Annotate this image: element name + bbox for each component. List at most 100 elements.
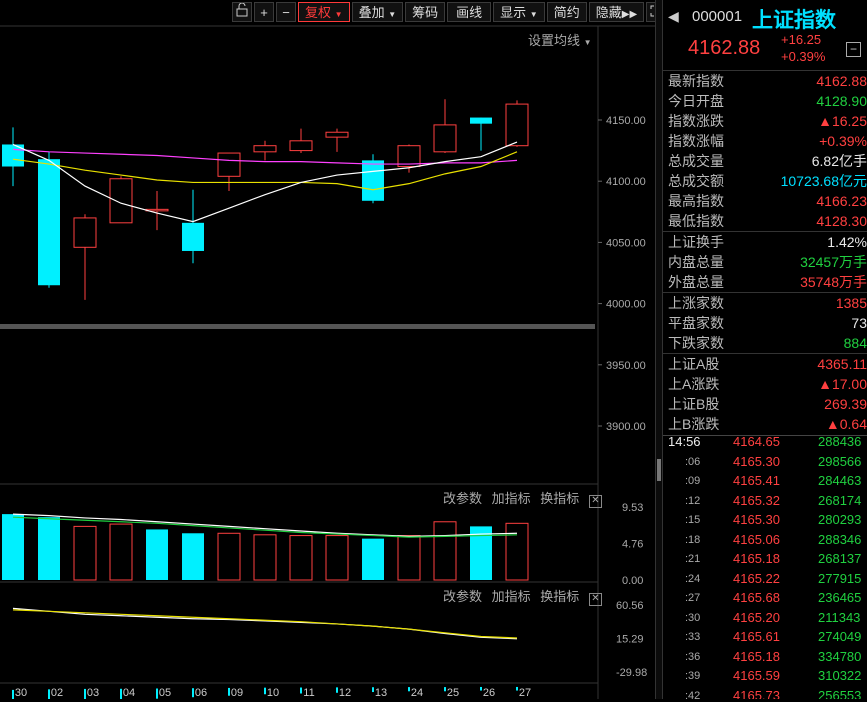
stat-label: 总成交量 <box>668 153 724 169</box>
index-name[interactable]: 上证指数 <box>752 4 836 34</box>
stat-row: 今日开盘 4128.90 <box>663 91 867 111</box>
stat-label: 指数涨幅 <box>668 133 724 149</box>
vol-params-button[interactable]: 改参数 <box>443 491 482 506</box>
panel-splitter[interactable] <box>655 0 663 699</box>
stat-row: 最高指数 4166.23 <box>663 191 867 211</box>
chevron-down-icon: ▼ <box>388 10 397 19</box>
candle-body <box>217 152 241 177</box>
candle-body <box>325 131 349 138</box>
triangle-left-icon[interactable]: ◀ <box>668 8 679 25</box>
vol-tick-label: 9.53 <box>622 502 643 514</box>
jianyue-button[interactable]: 简约 <box>546 2 587 22</box>
stat-value: 10723.68亿元 <box>780 173 867 189</box>
ind-switch-button[interactable]: 换指标 <box>540 589 579 604</box>
chevron-down-icon: ▼ <box>583 38 592 47</box>
tick-row: :30 4165.20 211343 <box>663 608 867 628</box>
candle-body <box>73 217 97 248</box>
ind-add-button[interactable]: 加指标 <box>492 589 531 604</box>
x-tick-label: 06 <box>195 687 207 699</box>
tick-price: 4165.73 <box>733 687 780 700</box>
tick-volume: 284463 <box>818 473 862 488</box>
stat-label: 最低指数 <box>668 213 724 229</box>
splitter-grip-icon[interactable] <box>657 459 661 481</box>
y-tick-label: 3900.00 <box>606 421 646 433</box>
x-tick-label: 13 <box>375 687 387 699</box>
close-icon[interactable]: ✕ <box>588 593 602 606</box>
tick-price: 4165.22 <box>733 570 780 586</box>
tick-price: 4165.61 <box>733 629 780 644</box>
stat-row: 总成交额 10723.68亿元 <box>663 171 867 191</box>
stat-value: 4365.11 <box>817 356 867 372</box>
x-tick-label: 04 <box>123 687 135 699</box>
xianshi-button[interactable]: 显示 ▼ <box>493 2 545 22</box>
stat-row: 最低指数 4128.30 <box>663 211 867 231</box>
zoom-out-button[interactable]: − <box>276 2 296 22</box>
stat-label: 上证A股 <box>668 356 720 372</box>
stat-row: 总成交量 6.82亿手 <box>663 151 867 171</box>
tick-volume: 277915 <box>818 570 862 586</box>
tick-volume: 236465 <box>818 590 862 605</box>
x-tick-label: 02 <box>51 687 63 699</box>
tick-price: 4165.41 <box>733 473 780 488</box>
stat-row: 外盘总量 35748万手 <box>663 272 867 292</box>
volume-bar <box>397 535 421 581</box>
ind-tick-label: 60.56 <box>616 600 644 612</box>
y-tick-label: 4050.00 <box>606 237 646 249</box>
vol-tick-label: 0.00 <box>622 575 643 587</box>
tick-row: :12 4165.32 268174 <box>663 491 867 511</box>
tick-volume: 274049 <box>818 629 862 644</box>
tick-row: :33 4165.61 274049 <box>663 627 867 647</box>
chart-toolbar: + − 复权 ▼ 叠加 ▼ 筹码 画线 显示 ▼ 简约 隐藏▶▶ <box>232 2 668 24</box>
stat-value: 4128.90 <box>816 93 867 109</box>
x-tick-label: 12 <box>339 687 351 699</box>
volume-controls: 改参数 加指标 换指标 ✕ <box>443 488 602 508</box>
tick-time: :33 <box>685 631 701 643</box>
stat-value: 1.42% <box>827 234 867 250</box>
tick-volume: 288436 <box>818 434 862 449</box>
x-tick-label: 25 <box>447 687 459 699</box>
volume-bar <box>253 534 277 581</box>
tick-volume: 268174 <box>818 492 862 508</box>
tick-row: :27 4165.68 236465 <box>663 588 867 608</box>
tick-time: :06 <box>685 455 701 468</box>
tick-row: :15 4165.30 280293 <box>663 510 867 530</box>
diejia-button[interactable]: 叠加 ▼ <box>351 2 404 22</box>
fuquan-button[interactable]: 复权 ▼ <box>298 2 350 22</box>
x-tick-label: 09 <box>231 687 243 699</box>
zoom-in-button[interactable]: + <box>254 2 274 22</box>
tick-row: :06 4165.30 298566 <box>663 452 867 472</box>
tick-row: :42 4165.73 256553 <box>663 686 867 700</box>
ind-params-button[interactable]: 改参数 <box>443 589 482 604</box>
vol-add-button[interactable]: 加指标 <box>492 491 531 506</box>
stat-row: 内盘总量 32457万手 <box>663 252 867 272</box>
double-chevron-right-icon: ▶▶ <box>621 9 638 20</box>
close-icon[interactable]: ✕ <box>588 495 602 508</box>
volume-bar <box>73 525 97 581</box>
candle-body <box>109 178 133 224</box>
ind-tick-label: -29.98 <box>616 667 647 679</box>
chouma-button[interactable]: 筹码 <box>405 2 446 22</box>
stat-value: 884 <box>843 335 867 351</box>
stat-label: 内盘总量 <box>668 254 724 270</box>
ma-settings-button[interactable]: 设置均线 ▼ <box>528 30 592 49</box>
lock-icon[interactable] <box>232 2 252 22</box>
tick-time: :36 <box>685 650 701 663</box>
tick-price: 4165.06 <box>733 531 780 547</box>
tick-price: 4165.30 <box>733 512 780 527</box>
volume-bar <box>38 517 60 580</box>
tick-volume: 310322 <box>818 668 862 683</box>
x-tick-label: 11 <box>303 687 314 699</box>
volume-bar <box>2 514 24 580</box>
minus-box-icon[interactable]: − <box>846 42 861 57</box>
yincang-button[interactable]: 隐藏▶▶ <box>588 2 645 22</box>
huaxian-button[interactable]: 画线 <box>447 2 492 22</box>
vol-switch-button[interactable]: 换指标 <box>540 491 579 506</box>
volume-bar <box>505 522 529 581</box>
ind-tick-label: 15.29 <box>616 634 644 646</box>
kline-chart-area[interactable]: 4150.00 4100.00 4050.00 4000.00 3950.00 3900.… <box>0 0 667 702</box>
stat-label: 上证换手 <box>668 234 724 250</box>
tick-price: 4165.18 <box>733 551 780 566</box>
stat-value: ▲17.00 <box>818 376 867 392</box>
stat-row: 上B涨跌 ▲0.64 <box>663 414 867 434</box>
stat-value: 4166.23 <box>816 193 867 209</box>
